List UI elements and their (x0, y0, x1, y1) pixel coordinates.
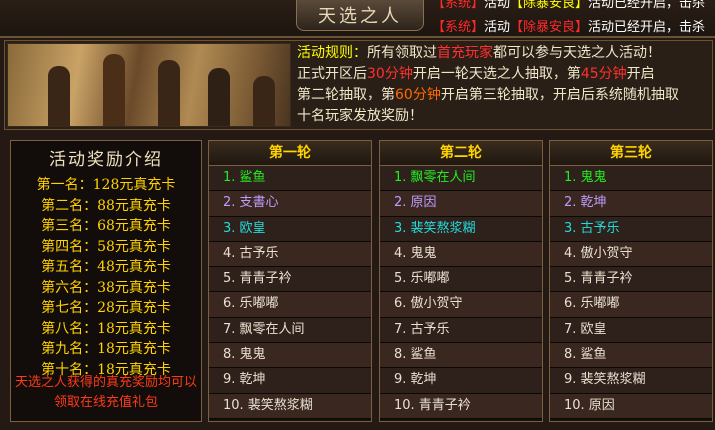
event-name: 【除暴安良】 (510, 20, 589, 35)
page-title: 天选之人 (318, 6, 402, 27)
round-1-panel: 第一轮 1. 鲨鱼 2. 支書心 3. 欧皇 4. 古予乐 5. 青青子衿 6.… (208, 140, 372, 422)
winner-row: 9. 乾坤 (380, 368, 542, 394)
winner-row: 2. 原因 (380, 191, 542, 217)
winner-row: 9. 裴笑熬浆糊 (550, 368, 712, 394)
winner-row: 6. 傲小贺守 (380, 292, 542, 318)
reward-title: 活动奖励介绍 (49, 150, 163, 170)
reward-item: 第四名：58元真充卡 (41, 238, 171, 255)
winner-row: 5. 青青子衿 (209, 267, 371, 293)
winner-row: 3. 裴笑熬浆糊 (380, 216, 542, 242)
reward-item: 第二名：88元真充卡 (41, 197, 171, 214)
winner-row: 1. 鬼鬼 (550, 166, 712, 192)
winner-row: 3. 古予乐 (550, 216, 712, 242)
reward-note: 天选之人获得的真充奖励均可以领取在线充值礼包 (15, 375, 198, 410)
system-tag: 【系统】 (432, 0, 485, 11)
round-title: 第三轮 (550, 141, 712, 166)
round-2-panel: 第二轮 1. 飘零在人间 2. 原因 3. 裴笑熬浆糊 4. 鬼鬼 5. 乐嘟嘟… (379, 140, 543, 422)
winner-row: 5. 青青子衿 (550, 267, 712, 293)
reward-list: 第一名：128元真充卡 第二名：88元真充卡 第三名：68元真充卡 第四名：58… (11, 175, 201, 380)
reward-item: 第三名：68元真充卡 (41, 218, 171, 234)
winner-row: 7. 欧皇 (550, 317, 712, 344)
winner-row: 7. 飘零在人间 (209, 317, 371, 344)
winner-row: 10. 裴笑熬浆糊 (209, 393, 371, 419)
system-text: 活动 (484, 20, 511, 35)
winner-row: 8. 鲨鱼 (380, 343, 542, 369)
system-message-1: 【系统】活动【除暴安良】活动已经开启，击杀 (432, 0, 705, 11)
winner-row: 4. 鬼鬼 (380, 241, 542, 268)
winner-row: 1. 鲨鱼 (209, 166, 371, 192)
event-name: 【除暴安良】 (510, 0, 589, 11)
system-message-2: 【系统】活动【除暴安良】活动已经开启，击杀 (432, 16, 705, 35)
winner-row: 4. 古予乐 (209, 241, 371, 268)
reward-item: 第八名：18元真充卡 (41, 320, 171, 337)
reward-item: 第九名：18元真充卡 (41, 341, 171, 357)
reward-item: 第六名：38元真充卡 (41, 279, 171, 296)
system-tag: 【系统】 (432, 20, 485, 35)
winner-row: 9. 乾坤 (209, 368, 371, 394)
reward-panel: 活动奖励介绍 第一名：128元真充卡 第二名：88元真充卡 第三名：68元真充卡… (10, 140, 202, 422)
winner-row: 10. 青青子衿 (380, 393, 542, 419)
winner-row: 2. 支書心 (209, 191, 371, 217)
winner-row: 3. 欧皇 (209, 216, 371, 242)
round-title: 第二轮 (380, 141, 542, 166)
system-text: 活动已经开启，击杀 (588, 20, 706, 35)
winner-row: 8. 鬼鬼 (209, 343, 371, 369)
winner-row: 10. 原因 (550, 393, 712, 419)
round-title: 第一轮 (209, 141, 371, 166)
winner-row: 6. 乐嘟嘟 (209, 292, 371, 318)
winner-row: 4. 傲小贺守 (550, 241, 712, 268)
winner-row: 2. 乾坤 (550, 191, 712, 217)
banner: 活动规则：所有领取过首充玩家都可以参与天选之人活动！ 正式开区后30分钟开启一轮… (4, 40, 713, 130)
reward-item: 第一名：128元真充卡 (36, 177, 176, 193)
title-plate: 天选之人 (296, 0, 424, 31)
system-text: 活动 (484, 0, 511, 11)
winner-row: 1. 飘零在人间 (380, 166, 542, 192)
winner-row: 5. 乐嘟嘟 (380, 267, 542, 293)
top-bar: 天选之人 【系统】活动【除暴安良】活动已经开启，击杀 【系统】活动【除暴安良】活… (0, 0, 715, 38)
winner-row: 7. 古予乐 (380, 317, 542, 344)
rules-text: 活动规则：所有领取过首充玩家都可以参与天选之人活动！ 正式开区后30分钟开启一轮… (297, 45, 679, 124)
winner-row: 6. 乐嘟嘟 (550, 292, 712, 318)
round-3-panel: 第三轮 1. 鬼鬼 2. 乾坤 3. 古予乐 4. 傲小贺守 5. 青青子衿 6… (549, 140, 713, 422)
reward-item: 第五名：48元真充卡 (41, 259, 171, 275)
event-window: 天选之人 【系统】活动【除暴安良】活动已经开启，击杀 【系统】活动【除暴安良】活… (0, 0, 715, 430)
system-text: 活动已经开启，击杀 (588, 0, 706, 11)
winner-row: 8. 鲨鱼 (550, 343, 712, 369)
banner-artwork (7, 43, 291, 127)
reward-item: 第七名：28元真充卡 (41, 300, 171, 316)
